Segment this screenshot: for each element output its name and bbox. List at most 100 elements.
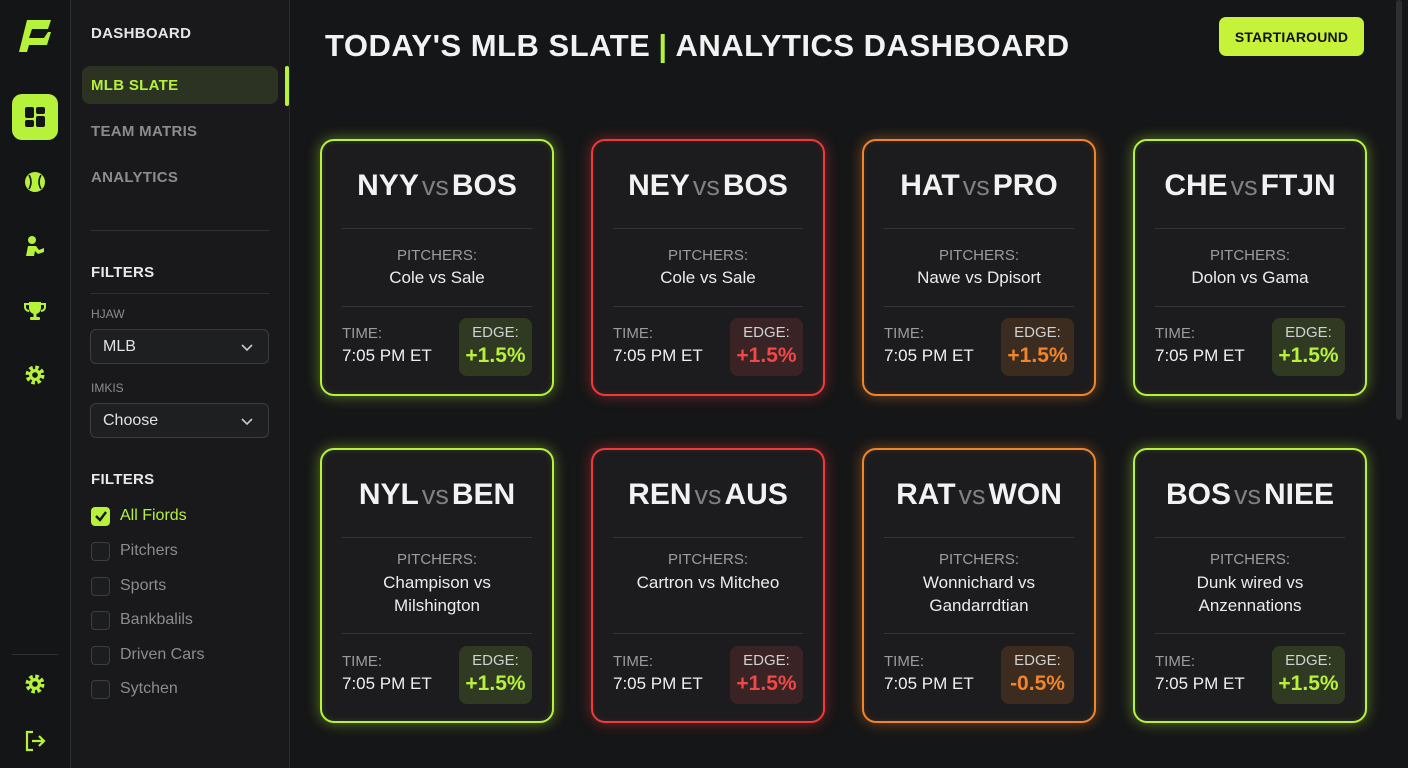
edge-value: -0.5% (1010, 672, 1065, 695)
nav-analytics[interactable]: ANALYTICS (82, 158, 278, 196)
game-card[interactable]: BOS vs NIEE PITCHERS: Dunk wired vs Anzenn… (1133, 448, 1367, 723)
home-team: REN (628, 478, 692, 511)
away-team: FTJN (1260, 169, 1336, 202)
away-team: BOS (722, 169, 788, 202)
logo-icon[interactable] (18, 18, 52, 56)
card-divider (342, 633, 532, 634)
settings-icon[interactable] (12, 661, 58, 707)
inkis-select[interactable]: Choose (90, 403, 269, 438)
pitchers-value: Cole vs Sale (389, 268, 485, 287)
logout-icon[interactable] (12, 718, 58, 764)
edge-label: EDGE: (1285, 652, 1332, 669)
time-value: 7:05 PM ET (613, 346, 703, 365)
baseball-icon[interactable] (12, 159, 58, 205)
pitchers-value: Dunk wired vs Anzennations (1196, 573, 1304, 615)
time-value: 7:05 PM ET (1155, 346, 1245, 365)
filter-checkbox-label: Sports (120, 577, 167, 594)
nav-dashboard[interactable]: DASHBOARD (82, 14, 278, 52)
inkis-select-value: Choose (103, 411, 159, 429)
nav-team-matris[interactable]: TEAM MATRIS (82, 112, 278, 150)
filter-checkbox[interactable]: Sports (91, 576, 166, 596)
game-card[interactable]: CHE vs FTJN PITCHERS: Dolon vs Gama TIME: … (1133, 139, 1367, 396)
vs-label: vs (962, 171, 990, 201)
league-select[interactable]: MLB (90, 329, 269, 364)
pitchers-label: PITCHERS: (667, 247, 748, 264)
card-divider (613, 537, 803, 538)
edge-label: EDGE: (1014, 324, 1061, 341)
checkbox-empty-icon[interactable] (91, 610, 110, 630)
vs-label: vs (1233, 480, 1261, 510)
edge-badge: EDGE: +1.5% (1001, 318, 1074, 376)
vs-label: vs (421, 480, 449, 510)
pitchers-value: Cole vs Sale (660, 268, 756, 287)
edge-label: EDGE: (743, 324, 790, 341)
start-around-button[interactable]: STARTIAROUND (1219, 17, 1364, 56)
chevron-down-icon (241, 344, 253, 352)
edge-value: +1.5% (736, 344, 797, 367)
edge-badge: EDGE: +1.5% (459, 318, 532, 376)
checkbox-checked-icon[interactable] (91, 506, 110, 526)
checkbox-empty-icon[interactable] (91, 541, 110, 561)
edge-badge: EDGE: +1.5% (730, 646, 803, 704)
matchup: HAT vs PRO (864, 169, 1094, 203)
player-icon[interactable] (12, 223, 58, 269)
filter-checkbox-label: Driven Cars (120, 646, 205, 663)
game-card[interactable]: NYL vs BEN PITCHERS: Champison vs Milshing… (320, 448, 554, 723)
pitchers-label: PITCHERS: (1209, 247, 1290, 264)
rail-divider (12, 654, 58, 655)
time-label: TIME: (613, 653, 653, 670)
filter-checkbox[interactable]: Sytchen (91, 679, 178, 699)
vs-label: vs (958, 480, 986, 510)
time-label: TIME: (342, 653, 382, 670)
game-card[interactable]: NEY vs BOS PITCHERS: Cole vs Sale TIME: 7:… (591, 139, 825, 396)
game-card[interactable]: REN vs AUS PITCHERS: Cartron vs Mitcheo TI… (591, 448, 825, 723)
card-divider (342, 537, 532, 538)
panel-divider (91, 293, 269, 294)
time-value: 7:05 PM ET (342, 346, 432, 365)
game-card[interactable]: NYY vs BOS PITCHERS: Cole vs Sale TIME: 7:… (320, 139, 554, 396)
filters-heading: FILTERS (91, 264, 155, 281)
card-divider (1155, 306, 1345, 307)
side-panel: DASHBOARD MLB SLATE TEAM MATRIS ANALYTIC… (71, 0, 290, 768)
home-team: HAT (900, 169, 960, 202)
card-divider (342, 306, 532, 307)
time-value: 7:05 PM ET (884, 674, 974, 693)
time-value: 7:05 PM ET (613, 674, 703, 693)
vs-label: vs (692, 171, 720, 201)
scrollbar[interactable] (1396, 0, 1404, 420)
panel-divider (91, 230, 269, 231)
away-team: NIEE (1263, 478, 1335, 511)
filter-checkbox[interactable]: All Fiords (91, 506, 187, 526)
checkbox-empty-icon[interactable] (91, 679, 110, 699)
dashboard-grid-icon[interactable] (12, 94, 58, 140)
home-team: NYY (357, 169, 419, 202)
edge-value: +1.5% (465, 344, 526, 367)
vs-label: vs (421, 171, 449, 201)
game-card[interactable]: RAT vs WON PITCHERS: Wonnichard vs Gandarr… (862, 448, 1096, 723)
vs-label: vs (1230, 171, 1258, 201)
home-team: RAT (896, 478, 956, 511)
page-title: TODAY'S MLB SLATE | ANALYTICS DASHBOARD (325, 28, 1070, 64)
matchup: NEY vs BOS (593, 169, 823, 203)
home-team: CHE (1164, 169, 1228, 202)
time-value: 7:05 PM ET (1155, 674, 1245, 693)
time-label: TIME: (884, 653, 924, 670)
nav-mlb-slate[interactable]: MLB SLATE (82, 66, 278, 104)
checkbox-empty-icon[interactable] (91, 576, 110, 596)
edge-label: EDGE: (1285, 324, 1332, 341)
filter-checkbox[interactable]: Bankbalils (91, 610, 193, 630)
filter-checkbox[interactable]: Driven Cars (91, 645, 204, 665)
card-divider (1155, 228, 1345, 229)
trophy-icon[interactable] (12, 288, 58, 334)
matchup: BOS vs NIEE (1135, 478, 1365, 512)
scrollbar-thumb[interactable] (1396, 0, 1402, 420)
game-card[interactable]: HAT vs PRO PITCHERS: Nawe vs Dpisort TIME:… (862, 139, 1096, 396)
page-title-separator: | (658, 28, 668, 63)
filter-checkbox[interactable]: Pitchers (91, 541, 178, 561)
checkbox-empty-icon[interactable] (91, 645, 110, 665)
pitchers-label: PITCHERS: (667, 551, 748, 568)
chevron-down-icon (241, 418, 253, 426)
icon-rail (0, 0, 71, 768)
settings-icon[interactable] (12, 352, 58, 398)
edge-label: EDGE: (472, 652, 519, 669)
